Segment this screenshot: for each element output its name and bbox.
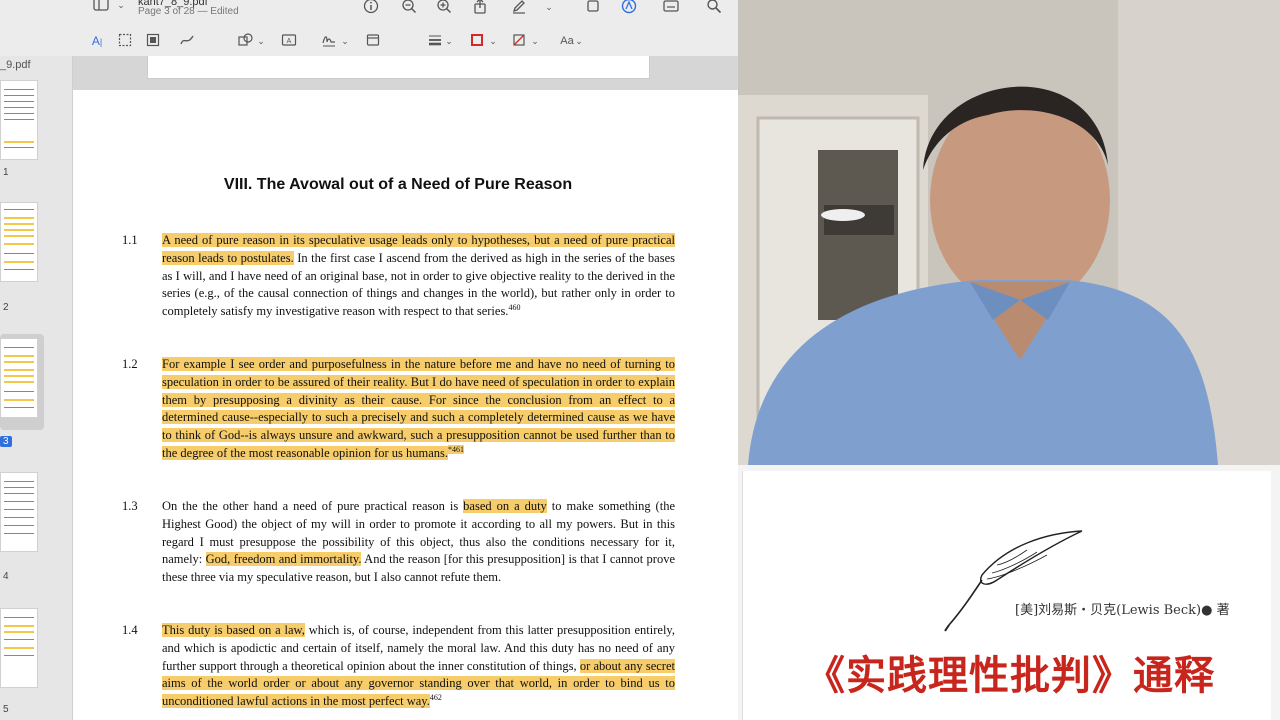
book-title: 《实践理性批判》通释 — [805, 652, 1215, 699]
chevron-down-icon[interactable]: ⌄ — [526, 32, 544, 50]
paragraph-number: 1.2 — [122, 357, 138, 371]
page-thumbnail[interactable] — [0, 472, 38, 552]
pen-markup-icon[interactable] — [510, 0, 528, 16]
section-heading: VIII. The Avowal out of a Need of Pure R… — [223, 176, 573, 193]
paragraph-number: 1.3 — [122, 499, 138, 513]
window-icon[interactable] — [584, 0, 602, 16]
chevron-down-icon[interactable]: ⌄ — [484, 32, 502, 50]
previous-page-edge — [147, 56, 650, 79]
page-thumbnail[interactable] — [0, 338, 38, 418]
page-thumbnail[interactable] — [0, 80, 38, 160]
svg-text:A: A — [287, 38, 292, 45]
form-fill-icon[interactable] — [662, 0, 680, 16]
highlighted-text: based on a duty — [463, 499, 547, 513]
paragraph-number: 1.4 — [122, 623, 138, 637]
paragraph[interactable]: A need of pure reason in its speculative… — [162, 232, 675, 321]
sketch-icon[interactable] — [178, 32, 196, 50]
share-icon[interactable] — [471, 0, 489, 16]
thumbnail-page-number: 4 — [3, 571, 9, 582]
zoom-in-icon[interactable] — [435, 0, 453, 16]
chevron-down-icon[interactable]: ⌄ — [112, 0, 130, 14]
book-author: [美]刘易斯・贝克(Lewis Beck)● 著 — [1015, 603, 1230, 618]
sidebar-file-label: _9.pdf — [0, 59, 31, 71]
thumbnail-page-number: 5 — [3, 704, 9, 715]
toolbar: ⌄ kant7_8_9.pdf Page 3 of 28 — Edited ⌄ — [0, 0, 738, 57]
quill-pen-icon — [944, 530, 1083, 632]
highlighted-text: This duty is based on a law, — [162, 623, 305, 637]
sidebar-toggle-icon[interactable] — [92, 0, 110, 14]
paragraph[interactable]: This duty is based on a law, which is, o… — [162, 622, 675, 711]
text-select-icon[interactable]: A| — [88, 32, 106, 50]
page-thumbnail[interactable] — [0, 202, 38, 282]
chevron-down-icon[interactable]: ⌄ — [440, 32, 458, 50]
thumbnail-page-number: 2 — [3, 302, 9, 313]
paragraph-number: 1.1 — [122, 233, 138, 247]
highlighted-text: For example I see order and purposefulne… — [162, 357, 675, 460]
footnote-ref[interactable]: 462 — [430, 693, 442, 702]
chevron-down-icon[interactable]: ⌄ — [252, 32, 270, 50]
search-icon[interactable] — [705, 0, 723, 16]
page-status: Page 3 of 28 — Edited — [138, 6, 239, 17]
redact-icon[interactable] — [144, 32, 162, 50]
thumbnail-page-number: 3 — [0, 436, 12, 447]
chevron-down-icon[interactable]: ⌄ — [540, 0, 558, 16]
page-thumbnail[interactable] — [0, 608, 38, 688]
markup-toolbar-icon[interactable] — [620, 0, 638, 16]
paragraph[interactable]: For example I see order and purposefulne… — [162, 356, 675, 463]
book-cover: [美]刘易斯・贝克(Lewis Beck)● 著 《实践理性批判》通释 — [742, 471, 1271, 720]
pdf-viewer-window: ⌄ kant7_8_9.pdf Page 3 of 28 — Edited ⌄ — [0, 0, 738, 720]
highlighted-text: God, freedom and immortality. — [205, 552, 362, 567]
text-box-icon[interactable]: A — [280, 32, 298, 50]
document-view[interactable]: VIII. The Avowal out of a Need of Pure R… — [73, 56, 738, 720]
pdf-page[interactable]: VIII. The Avowal out of a Need of Pure R… — [73, 90, 738, 720]
rect-select-icon[interactable] — [116, 32, 134, 50]
webcam-image — [738, 0, 1280, 465]
footnote-ref[interactable]: *461 — [448, 444, 465, 454]
thumbnail-sidebar: _9.pdf 1 2 3 4 5 — [0, 56, 73, 720]
chevron-down-icon[interactable]: ⌄ — [336, 32, 354, 50]
book-cover-panel: [美]刘易斯・贝克(Lewis Beck)● 著 《实践理性批判》通释 — [738, 465, 1280, 720]
footnote-ref[interactable]: 460 — [508, 303, 520, 312]
info-icon[interactable] — [362, 0, 380, 16]
note-icon[interactable] — [364, 32, 382, 50]
paragraph-text: On the the other hand a need of pure pra… — [162, 499, 464, 513]
zoom-out-icon[interactable] — [400, 0, 418, 16]
webcam-feed — [738, 0, 1280, 465]
thumbnail-page-number: 1 — [3, 167, 9, 178]
chevron-down-icon[interactable]: ⌄ — [570, 32, 588, 50]
paragraph[interactable]: On the the other hand a need of pure pra… — [162, 498, 675, 587]
